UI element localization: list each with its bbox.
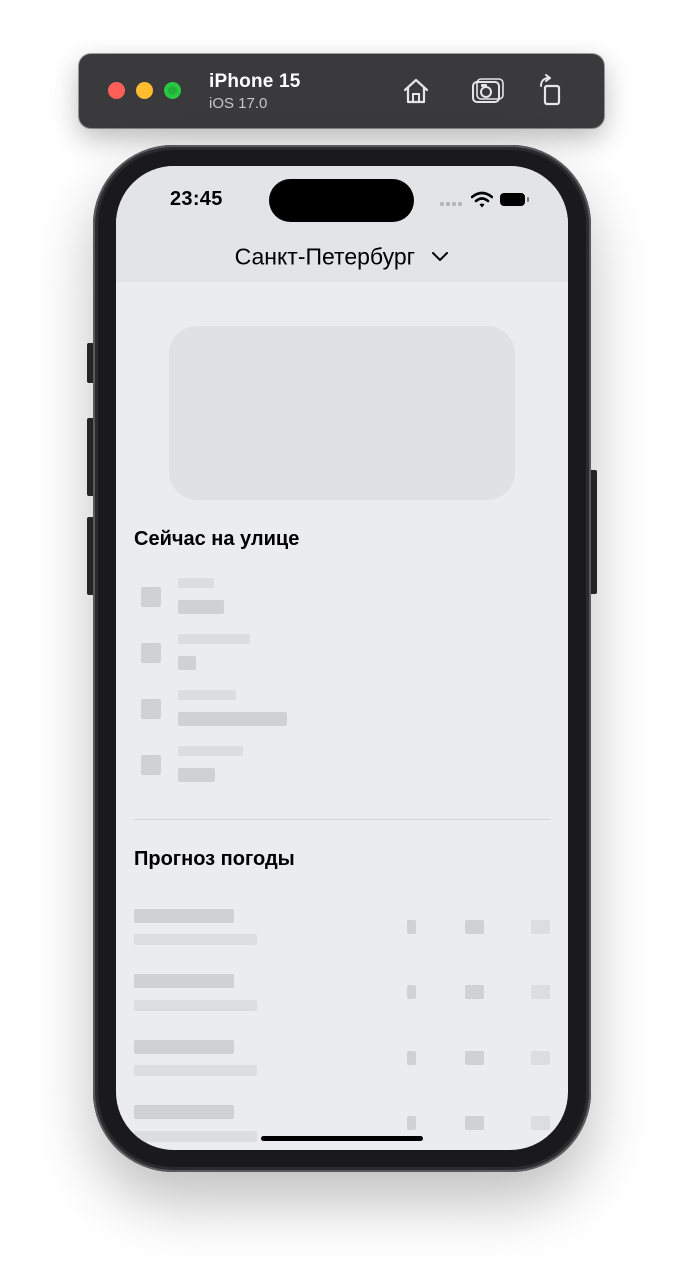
wifi-icon xyxy=(471,191,493,208)
home-indicator[interactable] xyxy=(261,1136,423,1141)
section-divider xyxy=(134,819,550,820)
skeleton-value xyxy=(178,768,215,782)
skeleton-day xyxy=(134,1040,234,1054)
weather-card-placeholder xyxy=(169,326,515,500)
phone-screen: 23:45 Санкт-Петербург Сейчас на улице Пр… xyxy=(116,166,568,1150)
rotate-icon[interactable] xyxy=(534,74,568,108)
skeleton-value xyxy=(178,656,196,670)
device-name: iPhone 15 xyxy=(209,71,301,92)
skeleton-date xyxy=(134,1131,257,1142)
skeleton-icon xyxy=(407,1116,416,1130)
section-title-forecast: Прогноз погоды xyxy=(134,848,295,870)
skeleton-label xyxy=(178,634,250,644)
skeleton-day xyxy=(134,974,234,988)
section-title-now: Сейчас на улице xyxy=(134,528,300,550)
skeleton-temp xyxy=(531,1051,550,1065)
minimize-window-button[interactable] xyxy=(136,82,153,99)
zoom-window-button[interactable] xyxy=(164,82,181,99)
skeleton-date xyxy=(134,1065,257,1076)
os-version: iOS 17.0 xyxy=(209,95,268,112)
skeleton-day xyxy=(134,909,234,923)
battery-icon xyxy=(500,193,530,207)
city-title: Санкт-Петербург xyxy=(234,243,415,270)
navigation-bar: Санкт-Петербург xyxy=(116,236,568,282)
skeleton-temp xyxy=(465,1051,484,1065)
skeleton-icon xyxy=(407,1051,416,1065)
screenshot-icon[interactable] xyxy=(470,74,504,108)
skeleton-temp xyxy=(531,985,550,999)
skeleton-icon xyxy=(141,755,161,775)
skeleton-label xyxy=(178,746,243,756)
skeleton-temp xyxy=(531,920,550,934)
chevron-down-icon xyxy=(432,251,449,261)
skeleton-date xyxy=(134,1000,257,1011)
skeleton-temp xyxy=(465,920,484,934)
simulator-toolbar: iPhone 15 iOS 17.0 xyxy=(79,54,604,128)
cellular-signal-icon xyxy=(440,202,464,206)
home-icon[interactable] xyxy=(399,74,433,108)
skeleton-temp xyxy=(531,1116,550,1130)
dynamic-island xyxy=(269,179,414,222)
skeleton-value xyxy=(178,600,224,614)
skeleton-icon xyxy=(407,920,416,934)
skeleton-day xyxy=(134,1105,234,1119)
city-selector[interactable]: Санкт-Петербург xyxy=(116,242,568,270)
skeleton-date xyxy=(134,934,257,945)
skeleton-icon xyxy=(141,587,161,607)
close-window-button[interactable] xyxy=(108,82,125,99)
status-bar: 23:45 xyxy=(116,166,568,236)
skeleton-label xyxy=(178,578,214,588)
status-time: 23:45 xyxy=(170,188,223,210)
skeleton-icon xyxy=(407,985,416,999)
skeleton-icon xyxy=(141,699,161,719)
skeleton-temp xyxy=(465,1116,484,1130)
skeleton-label xyxy=(178,690,236,700)
skeleton-temp xyxy=(465,985,484,999)
skeleton-icon xyxy=(141,643,161,663)
skeleton-value xyxy=(178,712,287,726)
